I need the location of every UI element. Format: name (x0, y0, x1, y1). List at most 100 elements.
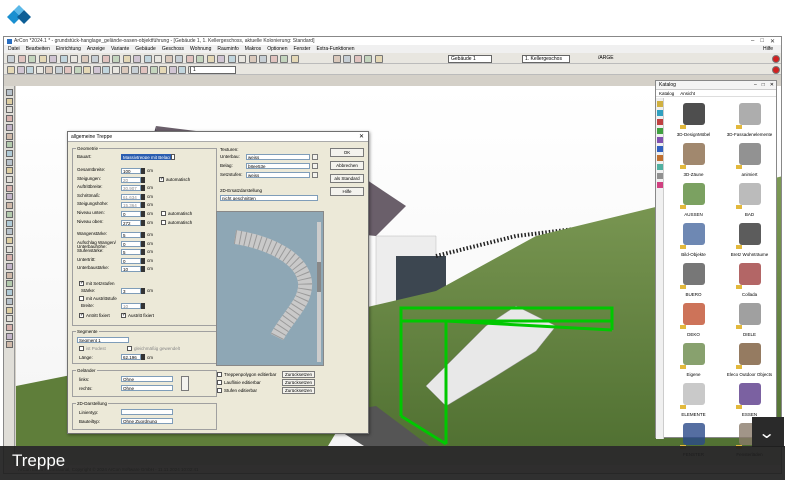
geometrie-field-input[interactable]: 0 (121, 240, 141, 247)
toolbar-tool-icon[interactable] (280, 54, 288, 63)
left-tool-icon[interactable] (5, 158, 13, 166)
toolbar-tool-icon[interactable] (168, 65, 177, 74)
toolbar-tool-icon[interactable] (374, 54, 383, 63)
menu-geschoss[interactable]: Geschoss (162, 46, 184, 52)
left-tool-icon[interactable] (5, 332, 13, 340)
geometrie-field-input[interactable]: 0 (121, 211, 141, 217)
left-tool-icon[interactable] (5, 184, 13, 192)
left-tool-icon[interactable] (5, 97, 13, 105)
geometrie-field-input[interactable]: 61.634 (121, 193, 141, 200)
toolbar-tool-icon[interactable] (80, 54, 89, 63)
toolbar-tool-icon[interactable] (364, 54, 372, 63)
toolbar-tool-icon[interactable] (175, 54, 183, 63)
close-icon[interactable]: ✕ (770, 38, 775, 45)
catalog-item[interactable]: BAD (722, 183, 777, 223)
catalog-item[interactable]: ELEMENTE (666, 383, 721, 423)
catalog-category-icon[interactable] (657, 119, 663, 125)
left-tool-icon[interactable] (5, 271, 13, 279)
geometrie-field-spinner[interactable] (141, 211, 145, 217)
toolbar-tool-icon[interactable] (35, 65, 44, 74)
catalog-item[interactable]: DIELE (722, 303, 777, 343)
left-tool-icon[interactable] (5, 315, 13, 323)
textur-arrow-icon[interactable] (312, 163, 318, 169)
automatisch-checkbox[interactable] (159, 176, 164, 182)
toolbar-tool-icon[interactable] (111, 65, 120, 74)
catalog-minimize-icon[interactable]: – (754, 82, 757, 88)
catalog-item[interactable]: Bild-Objekte (666, 223, 721, 263)
catalog-item[interactable]: Eleco Outdoor Objects (722, 343, 777, 383)
toolbar-tool-icon[interactable] (54, 65, 63, 74)
catalog-item[interactable]: 3D-Zäune (666, 143, 721, 183)
breite-input[interactable]: 10 (121, 303, 141, 309)
toolbar-tool-icon[interactable] (59, 54, 68, 63)
geometrie-field-spinner[interactable] (141, 257, 145, 264)
left-tool-icon[interactable] (5, 149, 13, 157)
left-tool-icon[interactable] (5, 280, 13, 288)
zuruecksetzen-button[interactable]: Zurücksetzen (282, 371, 315, 378)
geometrie-field-input[interactable]: 10 (121, 266, 141, 273)
menu-anzeige[interactable]: Anzeige (87, 46, 105, 52)
zuruecksetzen-button[interactable]: Zurücksetzen (282, 387, 315, 394)
toolbar-tool-icon[interactable] (143, 54, 152, 63)
toolbar-tool-icon[interactable] (217, 54, 225, 63)
geometrie-field-spinner[interactable] (141, 232, 145, 238)
toolbar-tool-icon[interactable] (206, 54, 215, 63)
geometrie-field-spinner[interactable] (141, 185, 145, 192)
catalog-category-icon[interactable] (657, 110, 663, 116)
toolbar-tool-icon[interactable] (133, 54, 141, 63)
menu-datei[interactable]: Datei (8, 46, 20, 52)
left-tool-icon[interactable] (5, 176, 13, 183)
menu-extra-funktionen[interactable]: Extra-Funktionen (316, 46, 354, 52)
expand-button[interactable]: ⌄ (752, 417, 784, 447)
automatisch-checkbox[interactable] (161, 219, 166, 225)
textur-select[interactable]: b8ee53e (246, 163, 310, 169)
bauart-dropdown-icon[interactable] (171, 154, 175, 160)
toolbar-tool-icon[interactable] (73, 65, 82, 74)
laenge-spinner[interactable] (141, 354, 145, 360)
ok-button[interactable]: OK (330, 148, 364, 157)
left-tool-icon[interactable] (5, 193, 13, 201)
menu-gebaeude[interactable]: Gebäude (135, 46, 156, 52)
toolbar-tool-icon[interactable] (290, 54, 299, 63)
catalog-item[interactable]: Collada (722, 263, 777, 303)
geometrie-field-spinner[interactable] (141, 168, 145, 174)
floor-select[interactable]: 1. Kellergeschos (522, 54, 570, 63)
maximize-icon[interactable]: □ (760, 38, 764, 45)
toolbar-tool-icon[interactable] (343, 54, 351, 63)
menu-einrichtung[interactable]: Einrichtung (56, 46, 81, 52)
toolbar-tool-icon[interactable] (130, 65, 139, 74)
toolbar-tool-icon[interactable] (7, 54, 15, 63)
toolbar-tool-icon[interactable] (28, 54, 36, 63)
setzstufen-checkbox[interactable] (79, 280, 84, 286)
catalog-category-icon[interactable] (657, 173, 663, 179)
gewendelt-checkbox[interactable] (127, 346, 132, 351)
bauteiltyp-select[interactable]: Ohne Zuordnung (121, 418, 173, 424)
menu-rauminfo[interactable]: Rauminfo (217, 46, 238, 52)
toolbar-tool-icon[interactable] (332, 54, 341, 63)
staerke-input[interactable]: 3 (121, 288, 141, 294)
left-tool-icon[interactable] (5, 228, 13, 236)
segment-select[interactable]: Segment 1 (77, 337, 129, 343)
textur-select[interactable]: weiss (246, 154, 310, 160)
left-tool-icon[interactable] (5, 115, 13, 123)
toolbar-tool-icon[interactable] (121, 65, 129, 74)
geometrie-field-input[interactable]: 5 (121, 232, 141, 238)
catalog-category-icon[interactable] (657, 128, 663, 134)
menu-hilfe[interactable]: Hilfe (763, 46, 781, 52)
toolbar-tool-icon[interactable] (164, 54, 173, 63)
austritt-checkbox[interactable] (121, 312, 126, 318)
toolbar-tool-icon[interactable] (83, 65, 91, 74)
catalog-category-icon[interactable] (657, 146, 663, 152)
linientyp-select[interactable] (121, 409, 173, 415)
geometrie-field-spinner[interactable] (141, 219, 145, 226)
textur-arrow-icon[interactable] (312, 154, 318, 160)
catalog-menu-katalog[interactable]: Katalog (659, 90, 674, 96)
left-tool-icon[interactable] (5, 245, 13, 253)
minimize-icon[interactable]: – (751, 38, 754, 45)
menu-fenster[interactable]: Fenster (293, 46, 310, 52)
left-tool-icon[interactable] (5, 132, 13, 140)
catalog-item[interactable]: Bretz Wohnträume (722, 223, 777, 263)
building-select[interactable]: Gebäude 1 (448, 54, 492, 63)
toolbar-tool-icon[interactable] (16, 65, 25, 74)
left-tool-icon[interactable] (5, 236, 13, 244)
